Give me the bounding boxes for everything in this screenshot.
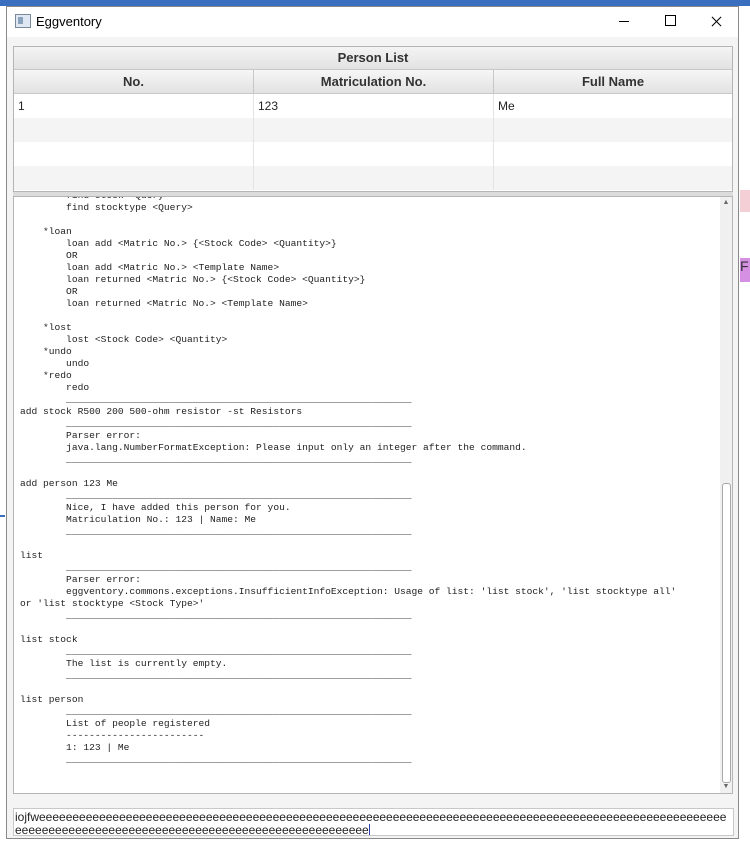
title-bar[interactable]: Eggventory [7,7,738,37]
cell-no: 1 [14,94,254,118]
background-fragment-line [0,515,5,517]
background-fragment-letter: F [740,258,750,282]
table-header: No. Matriculation No. Full Name [14,70,732,94]
table-title: Person List [14,47,732,70]
close-icon[interactable] [693,7,739,37]
scroll-thumb[interactable] [722,483,731,783]
background-fragment [740,190,750,212]
empty-table-row [14,166,732,190]
command-input[interactable]: iojfweeeeeeeeeeeeeeeeeeeeeeeeeeeeeeeeeee… [13,808,734,836]
cell-full-name: Me [498,99,515,113]
empty-table-row [14,142,732,166]
app-window: Eggventory Person List No. Matriculation… [6,6,739,839]
window-title: Eggventory [36,14,102,29]
person-table: Person List No. Matriculation No. Full N… [13,46,733,192]
empty-table-row [14,118,732,142]
column-header-full-name[interactable]: Full Name [494,70,732,94]
table-row[interactable]: 1 123 Me [14,94,732,118]
scroll-up-arrow-icon[interactable]: ▲ [722,199,730,207]
minimize-icon[interactable] [601,7,647,37]
column-header-no[interactable]: No. [14,70,254,94]
column-header-matriculation[interactable]: Matriculation No. [254,70,494,94]
maximize-icon[interactable] [647,7,693,37]
scroll-down-arrow-icon[interactable]: ▼ [722,783,730,791]
text-cursor [368,824,370,835]
console-output[interactable]: find stock <Query> find stocktype <Query… [13,196,733,794]
console-scrollbar[interactable]: ▲ ▼ [720,197,732,793]
table-body: 1 123 Me [14,94,732,190]
app-icon [15,14,31,28]
cell-matriculation: 123 [254,94,494,118]
command-input-value: iojfweeeeeeeeeeeeeeeeeeeeeeeeeeeeeeeeeee… [15,810,727,836]
console-text: find stock <Query> find stocktype <Query… [20,197,677,765]
